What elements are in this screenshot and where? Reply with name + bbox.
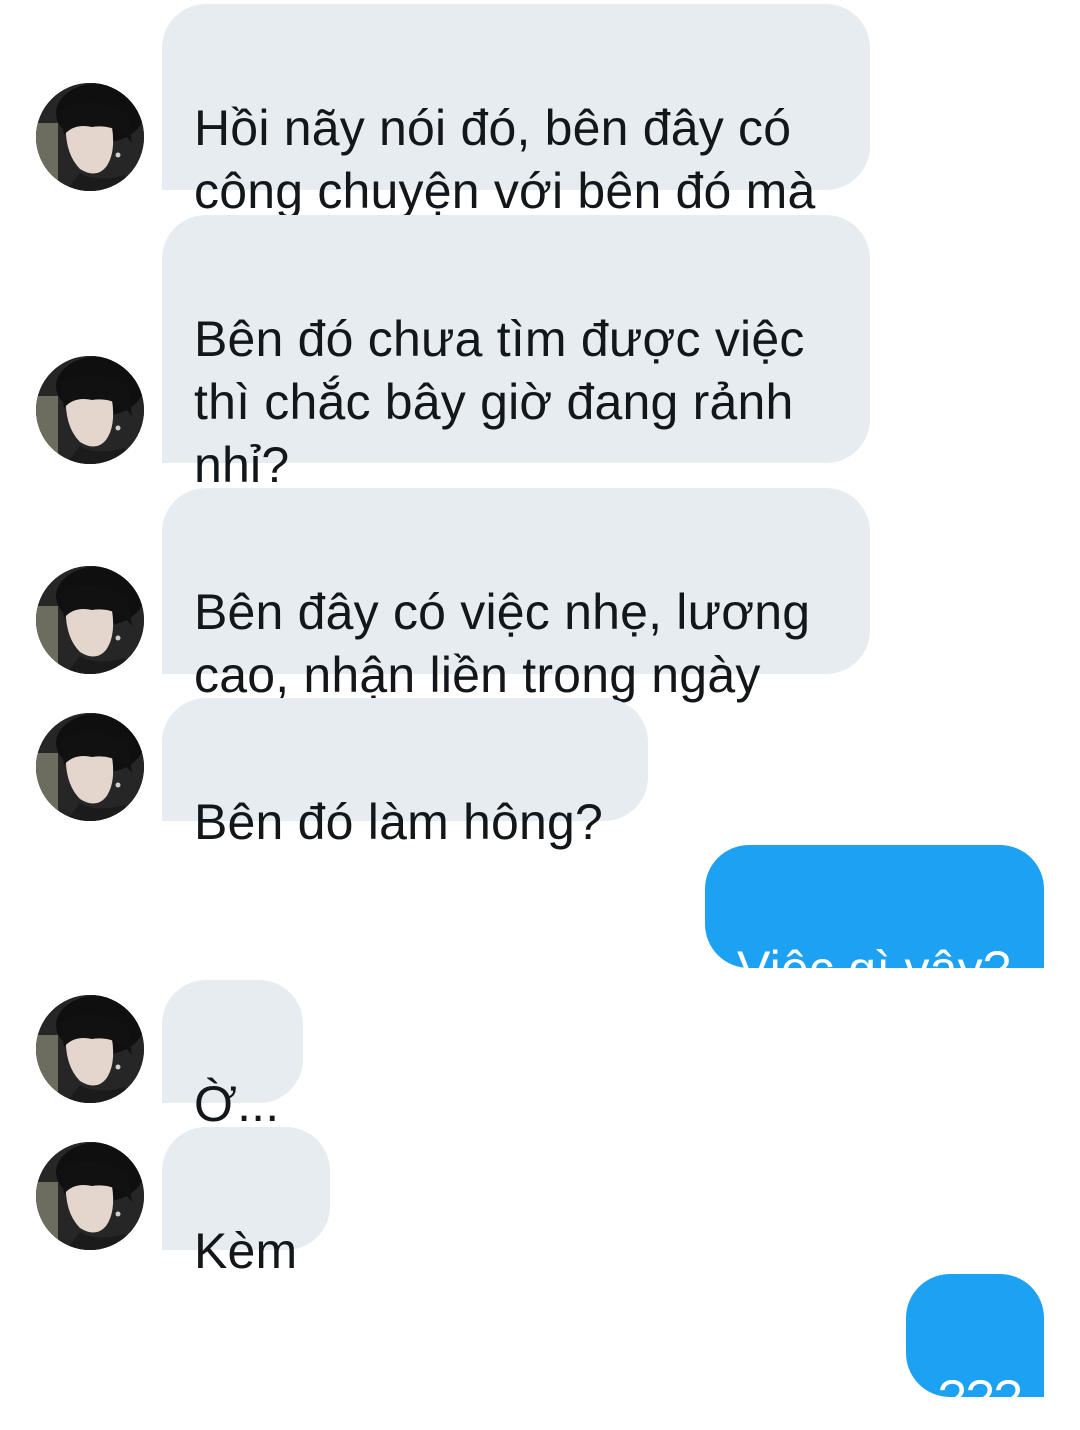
message-text: Việc gì vậy? xyxy=(737,941,1011,997)
avatar[interactable] xyxy=(36,566,144,674)
profile-photo-avatar-icon xyxy=(36,713,144,821)
profile-photo-avatar-icon xyxy=(36,356,144,464)
avatar[interactable] xyxy=(36,356,144,464)
avatar[interactable] xyxy=(36,83,144,191)
message-text: Bên đó làm hông? xyxy=(194,794,604,850)
avatar[interactable] xyxy=(36,713,144,821)
message-text: Kèm xyxy=(194,1223,298,1279)
message-bubble[interactable]: Ờ... xyxy=(162,980,303,1132)
message-text: Bên đây có việc nhẹ, lương cao, nhận liề… xyxy=(194,584,811,703)
message-bubble[interactable]: Hồi nãy nói đó, bên đây có công chuyện v… xyxy=(162,4,870,219)
message-text: Hồi nãy nói đó, bên đây có công chuyện v… xyxy=(194,100,816,219)
profile-photo-avatar-icon xyxy=(36,566,144,674)
message-bubble[interactable]: Bên đó làm hông? xyxy=(162,698,648,850)
message-bubble[interactable]: Bên đó chưa tìm được việc thì chắc bây g… xyxy=(162,215,870,493)
message-bubble[interactable]: Bên đây có việc nhẹ, lương cao, nhận liề… xyxy=(162,488,870,703)
message-bubble[interactable]: Việc gì vậy? xyxy=(705,845,1044,997)
avatar[interactable] xyxy=(36,995,144,1103)
message-bubble[interactable]: ??? xyxy=(906,1274,1044,1426)
message-bubble[interactable]: Kèm xyxy=(162,1127,330,1279)
profile-photo-avatar-icon xyxy=(36,995,144,1103)
message-text: ??? xyxy=(938,1370,1023,1426)
avatar[interactable] xyxy=(36,1142,144,1250)
message-text: Ờ... xyxy=(194,1076,280,1132)
profile-photo-avatar-icon xyxy=(36,1142,144,1250)
profile-photo-avatar-icon xyxy=(36,83,144,191)
message-text: Bên đó chưa tìm được việc thì chắc bây g… xyxy=(194,311,805,493)
